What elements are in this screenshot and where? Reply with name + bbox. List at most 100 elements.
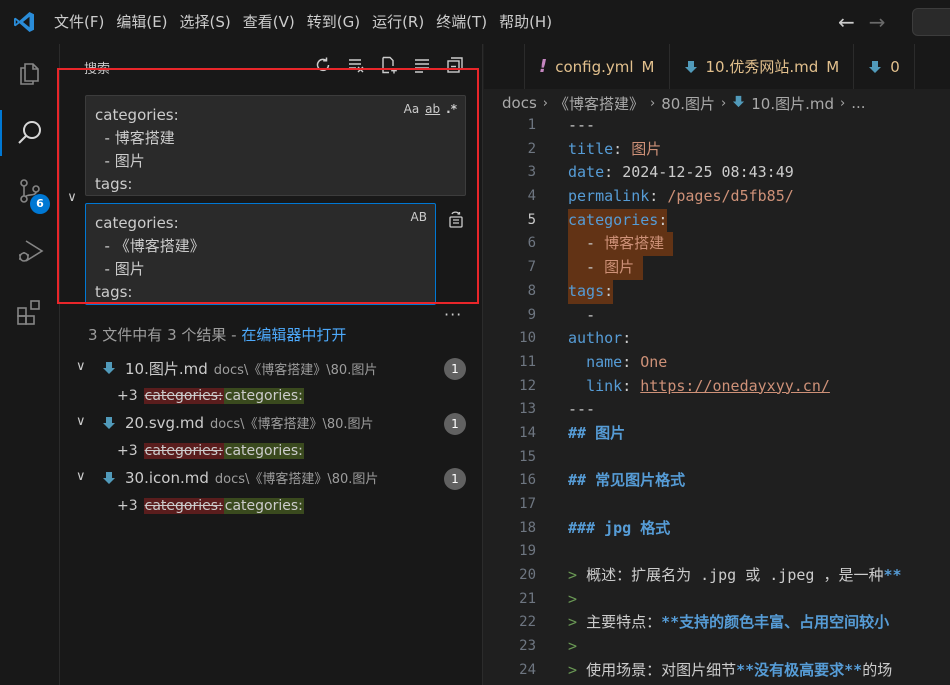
sidebar-title: 搜索 bbox=[84, 62, 111, 77]
result-file-name: 30.icon.md bbox=[125, 469, 209, 487]
code-line: 22 > 主要特点：**支持的颜色丰富、占用空间较小 bbox=[519, 613, 890, 632]
match-whole-word-button[interactable]: ab bbox=[425, 102, 440, 116]
breadcrumb-item[interactable]: docs bbox=[502, 94, 537, 112]
code-line: 24 > 使用场景：对图片细节**没有极高要求**的场 bbox=[519, 660, 893, 679]
menu-file[interactable]: 文件(F) bbox=[48, 0, 110, 44]
menu-edit[interactable]: 编辑(E) bbox=[110, 0, 173, 44]
result-file-row[interactable]: ∨ 20.svg.md docs\《博客搭建》\80.图片 1 +3 catego… bbox=[60, 412, 483, 459]
tab-label: config.yml bbox=[555, 57, 634, 76]
search-line: - 博客搭建 bbox=[95, 129, 175, 147]
code-line: 9 - bbox=[527, 305, 596, 324]
match-row[interactable]: +3 categories: categories: bbox=[117, 495, 304, 517]
result-file-name: 10.图片.md bbox=[125, 360, 208, 378]
match-removed: categories: bbox=[143, 388, 224, 404]
collapse-all-icon[interactable] bbox=[444, 54, 465, 75]
code-line: 15 bbox=[519, 448, 536, 465]
search-input[interactable]: categories: - 博客搭建 - 图片 tags: Aa ab .* bbox=[85, 95, 466, 196]
replace-line: tags: bbox=[95, 283, 133, 301]
chevron-right-icon: › bbox=[840, 95, 846, 111]
use-regex-button[interactable]: .* bbox=[446, 102, 457, 116]
menu-selection[interactable]: 选择(S) bbox=[174, 0, 237, 44]
search-line: categories: bbox=[95, 106, 179, 124]
tab-config-yml[interactable]: ! config.yml M bbox=[524, 44, 670, 89]
replace-line: categories: bbox=[95, 214, 179, 232]
chevron-right-icon: › bbox=[721, 95, 727, 111]
code-line: 4 permalink: /pages/d5fb85/ bbox=[527, 187, 794, 206]
tab-overflow[interactable]: 0 bbox=[854, 44, 915, 89]
match-inserted: categories: bbox=[223, 388, 304, 404]
code-line: 19 bbox=[519, 543, 536, 560]
view-as-tree-icon[interactable] bbox=[411, 54, 432, 75]
command-center[interactable] bbox=[912, 8, 950, 36]
markdown-file-icon bbox=[732, 94, 745, 112]
activity-bar: 6 bbox=[0, 44, 60, 685]
markdown-file-icon bbox=[102, 416, 116, 434]
code-line: 7 - 图片 bbox=[484, 256, 950, 280]
code-line: 18 ### jpg 格式 bbox=[519, 518, 671, 537]
title-bar: 文件(F) 编辑(E) 选择(S) 查看(V) 转到(G) 运行(R) 终端(T… bbox=[0, 0, 950, 44]
breadcrumb: docs › 《博客搭建》 › 80.图片 › 10.图片.md › ... bbox=[502, 92, 866, 114]
new-search-editor-icon[interactable] bbox=[378, 54, 399, 75]
menu-help[interactable]: 帮助(H) bbox=[493, 0, 558, 44]
search-icon[interactable] bbox=[0, 104, 60, 162]
chevron-right-icon: › bbox=[649, 95, 656, 111]
more-actions-icon[interactable]: ··· bbox=[444, 305, 462, 324]
breadcrumb-item[interactable]: 80.图片 bbox=[661, 93, 715, 114]
open-in-editor-link[interactable]: 在编辑器中打开 bbox=[241, 326, 346, 344]
breadcrumb-item[interactable]: 《博客搭建》 bbox=[554, 93, 644, 114]
match-row[interactable]: +3 categories: categories: bbox=[117, 440, 304, 462]
tab-label: 0 bbox=[890, 57, 900, 76]
code-line: 1 --- bbox=[527, 116, 596, 134]
back-arrow-icon[interactable]: ← bbox=[838, 10, 855, 34]
explorer-icon[interactable] bbox=[0, 44, 60, 102]
match-row[interactable]: +3 categories: categories: bbox=[117, 385, 304, 407]
preserve-case-button[interactable]: AB bbox=[411, 210, 427, 224]
menu-run[interactable]: 运行(R) bbox=[366, 0, 430, 44]
tab-modified-indicator: M bbox=[641, 57, 655, 76]
menu-go[interactable]: 转到(G) bbox=[301, 0, 366, 44]
markdown-file-icon bbox=[868, 60, 882, 74]
breadcrumb-item[interactable]: ... bbox=[851, 94, 865, 112]
clear-results-icon[interactable] bbox=[345, 54, 366, 75]
menu-view[interactable]: 查看(V) bbox=[237, 0, 301, 44]
replace-line: - 《博客搭建》 bbox=[95, 237, 205, 255]
result-file-row[interactable]: ∨ 10.图片.md docs\《博客搭建》\80.图片 1 +3 categor… bbox=[60, 357, 483, 404]
code-line: 2 title: 图片 bbox=[527, 139, 662, 158]
results-summary: 3 文件中有 3 个结果 - 在编辑器中打开 bbox=[88, 324, 346, 345]
search-line: tags: bbox=[95, 175, 133, 193]
markdown-file-icon bbox=[102, 361, 116, 379]
yaml-file-icon: ! bbox=[539, 56, 548, 77]
result-file-path: docs\《博客搭建》\80.图片 bbox=[209, 417, 374, 432]
tab-excellent-sites-md[interactable]: 10.优秀网站.md M bbox=[670, 44, 855, 89]
markdown-file-icon bbox=[102, 471, 116, 489]
match-inserted: categories: bbox=[223, 498, 304, 514]
chevron-down-icon[interactable]: ∨ bbox=[76, 469, 86, 484]
source-control-badge: 6 bbox=[30, 194, 50, 214]
result-count-badge: 1 bbox=[444, 468, 466, 490]
menu-terminal[interactable]: 终端(T) bbox=[430, 0, 493, 44]
code-line: 11 name: One bbox=[519, 352, 668, 371]
chevron-down-icon[interactable]: ∨ bbox=[76, 359, 86, 374]
code-line: 3 date: 2024-12-25 08:43:49 bbox=[527, 163, 794, 182]
refresh-icon[interactable] bbox=[312, 54, 333, 75]
source-control-icon[interactable] bbox=[0, 162, 60, 220]
run-debug-icon[interactable] bbox=[0, 222, 60, 280]
summary-text: 3 文件中有 3 个结果 - bbox=[88, 326, 242, 344]
markdown-file-icon bbox=[684, 60, 698, 74]
breadcrumb-item[interactable]: 10.图片.md bbox=[751, 93, 834, 114]
code-line: 8 tags: bbox=[484, 279, 950, 304]
match-inserted: categories: bbox=[223, 443, 304, 459]
replace-input[interactable]: categories: - 《博客搭建》 - 图片 tags: AB bbox=[85, 203, 436, 305]
replace-all-icon[interactable] bbox=[446, 209, 466, 229]
result-file-name: 20.svg.md bbox=[125, 414, 204, 432]
match-case-button[interactable]: Aa bbox=[404, 102, 420, 116]
extensions-icon[interactable] bbox=[0, 284, 60, 342]
code-editor[interactable]: 1 --- 2 title: 图片 3 date: 2024-12-25 08:43:… bbox=[484, 114, 950, 683]
code-line: 17 bbox=[519, 496, 536, 512]
chevron-down-icon[interactable]: ∨ bbox=[76, 414, 86, 429]
toggle-replace-chevron-icon[interactable]: ∨ bbox=[64, 190, 80, 206]
tab-modified-indicator: M bbox=[826, 57, 840, 76]
result-file-row[interactable]: ∨ 30.icon.md docs\《博客搭建》\80.图片 1 +3 categ… bbox=[60, 467, 483, 514]
forward-arrow-icon[interactable]: → bbox=[869, 10, 886, 34]
search-line: - 图片 bbox=[95, 152, 145, 170]
